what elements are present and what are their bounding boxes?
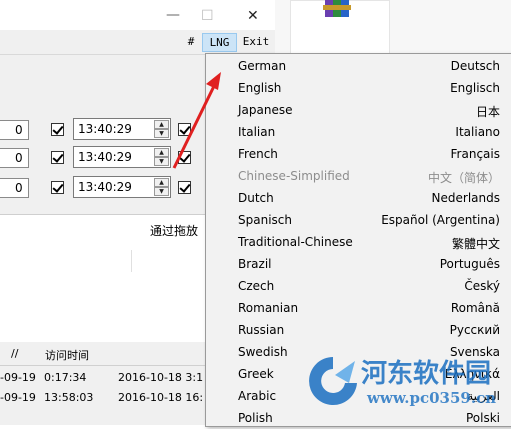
- language-name: Russian: [238, 323, 285, 337]
- language-item-dutch[interactable]: Dutch Nederlands: [206, 187, 511, 209]
- menu-lng[interactable]: LNG: [202, 33, 237, 52]
- checkbox[interactable]: [178, 151, 191, 164]
- language-name: Spanisch: [238, 213, 292, 227]
- checkbox[interactable]: [51, 151, 64, 164]
- table-cell: -09-19: [0, 371, 36, 384]
- watermark-title: 河东软件园: [361, 359, 492, 389]
- language-name: Greek: [238, 367, 274, 381]
- language-native-name: Română: [450, 301, 500, 315]
- language-item-traditional-chinese[interactable]: Traditional-Chinese 繁體中文: [206, 231, 511, 253]
- menu-bar: # LNG Exit: [0, 30, 275, 54]
- background-explorer-window: [290, 0, 390, 54]
- table-row[interactable]: -09-19 13:58:03 2016-10-18 16:: [0, 388, 205, 408]
- number-field[interactable]: 0: [0, 148, 29, 168]
- spin-up-icon[interactable]: ▲: [154, 120, 169, 129]
- spin-down-icon[interactable]: ▼: [154, 187, 169, 196]
- language-native-name: Français: [450, 147, 500, 161]
- time-picker[interactable]: 13:40:29 ▲ ▼: [73, 146, 171, 168]
- language-native-name: Português: [439, 257, 500, 271]
- table-cell: 13:58:03: [44, 391, 94, 404]
- close-button[interactable]: ✕: [247, 9, 259, 23]
- checkbox[interactable]: [178, 123, 191, 136]
- history-table: // 访问时间 -09-19 0:17:34 2016-10-18 3:1 -0…: [0, 342, 205, 425]
- content-area: [0, 242, 205, 342]
- language-name: Swedish: [238, 345, 288, 359]
- time-value: 13:40:29: [78, 150, 132, 164]
- spin-up-icon[interactable]: ▲: [154, 148, 169, 157]
- language-name: Romanian: [238, 301, 299, 315]
- language-item-japanese[interactable]: Japanese 日本: [206, 99, 511, 121]
- language-name: Polish: [238, 411, 273, 425]
- language-native-name: Español (Argentina): [381, 213, 500, 227]
- spin-down-icon[interactable]: ▼: [154, 157, 169, 166]
- time-value: 13:40:29: [78, 122, 132, 136]
- number-field[interactable]: 0: [0, 178, 29, 198]
- time-picker[interactable]: 13:40:29 ▲ ▼: [73, 118, 171, 140]
- title-bar: — ☐ ✕: [0, 0, 275, 34]
- language-item-chinese-simplified[interactable]: Chinese-Simplified 中文（简体）: [206, 165, 511, 187]
- language-native-name: 日本: [475, 105, 500, 119]
- table-row[interactable]: -09-19 0:17:34 2016-10-18 3:1: [0, 368, 205, 388]
- language-native-name: Русский: [449, 323, 500, 337]
- language-item-russian[interactable]: Russian Русский: [206, 319, 511, 341]
- watermark-logo-icon: [309, 357, 357, 405]
- drag-drop-hint: 通过拖放: [0, 214, 205, 244]
- language-name: German: [238, 59, 287, 73]
- menu-exit[interactable]: Exit: [240, 33, 272, 50]
- number-field[interactable]: 0: [0, 120, 29, 140]
- column-header-slashes[interactable]: //: [11, 347, 18, 360]
- spin-down-icon[interactable]: ▼: [154, 129, 169, 138]
- language-name: Dutch: [238, 191, 274, 205]
- language-native-name: Italiano: [455, 125, 500, 139]
- table-cell: 2016-10-18 16:: [118, 391, 204, 404]
- spin-buttons[interactable]: ▲ ▼: [154, 148, 169, 166]
- drag-drop-text: 通过拖放: [150, 224, 199, 238]
- spin-up-icon[interactable]: ▲: [154, 178, 169, 187]
- time-settings-panel: 0 13:40:29 ▲ ▼ 0 13:40:29 ▲ ▼ 0 13:40:29 ▲…: [0, 88, 205, 214]
- language-item-spanisch[interactable]: Spanisch Español (Argentina): [206, 209, 511, 231]
- language-item-french[interactable]: French Français: [206, 143, 511, 165]
- language-native-name: Český: [464, 279, 500, 293]
- table-cell: 0:17:34: [44, 371, 87, 384]
- watermark-url: www.pc0359.cn: [367, 389, 497, 407]
- menu-hash[interactable]: #: [184, 33, 198, 50]
- language-item-italian[interactable]: Italian Italiano: [206, 121, 511, 143]
- language-item-english[interactable]: English Englisch: [206, 77, 511, 99]
- language-name: Traditional-Chinese: [238, 235, 353, 249]
- language-native-name: Nederlands: [431, 191, 500, 205]
- spin-buttons[interactable]: ▲ ▼: [154, 178, 169, 196]
- language-name: Brazil: [238, 257, 272, 271]
- language-name: Italian: [238, 125, 276, 139]
- checkbox[interactable]: [51, 123, 64, 136]
- language-name: French: [238, 147, 278, 161]
- language-name: English: [238, 81, 282, 95]
- checkbox[interactable]: [178, 181, 191, 194]
- language-native-name: Englisch: [450, 81, 500, 95]
- language-item-brazil[interactable]: Brazil Português: [206, 253, 511, 275]
- watermark: 河东软件园 www.pc0359.cn: [305, 345, 511, 425]
- language-name: Czech: [238, 279, 275, 293]
- language-native-name: 中文（简体）: [427, 171, 500, 185]
- language-native-name: Deutsch: [450, 59, 500, 73]
- language-name: Japanese: [238, 103, 293, 117]
- spin-buttons[interactable]: ▲ ▼: [154, 120, 169, 138]
- toolbar: [0, 54, 205, 90]
- column-header-visit-time[interactable]: 访问时间: [45, 347, 89, 363]
- table-cell: 2016-10-18 3:1: [118, 371, 204, 384]
- table-cell: -09-19: [0, 391, 36, 404]
- language-native-name: 繁體中文: [451, 237, 500, 251]
- language-item-czech[interactable]: Czech Český: [206, 275, 511, 297]
- minimize-button[interactable]: —: [166, 8, 180, 22]
- language-name: Arabic: [238, 389, 277, 403]
- language-item-german[interactable]: German Deutsch: [206, 55, 511, 77]
- checkbox[interactable]: [51, 181, 64, 194]
- language-name: Chinese-Simplified: [238, 169, 350, 183]
- archive-icon: [323, 0, 351, 17]
- language-item-romanian[interactable]: Romanian Română: [206, 297, 511, 319]
- maximize-button[interactable]: ☐: [201, 9, 214, 23]
- time-value: 13:40:29: [78, 180, 132, 194]
- time-picker[interactable]: 13:40:29 ▲ ▼: [73, 176, 171, 198]
